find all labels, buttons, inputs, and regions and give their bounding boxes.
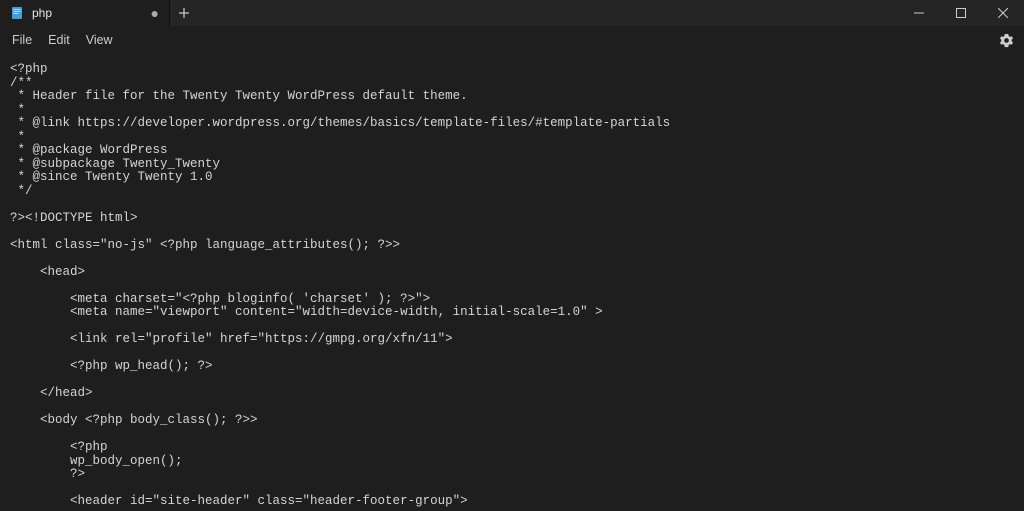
gear-icon (999, 33, 1014, 48)
close-button[interactable] (982, 0, 1024, 26)
menu-bar: File Edit View (0, 26, 1024, 55)
tab-php[interactable]: php ● (0, 0, 170, 26)
window-controls (898, 0, 1024, 26)
menu-view[interactable]: View (78, 29, 121, 51)
tab-label: php (32, 6, 52, 20)
menu-edit[interactable]: Edit (40, 29, 78, 51)
minimize-button[interactable] (898, 0, 940, 26)
settings-button[interactable] (992, 26, 1020, 54)
title-bar: php ● (0, 0, 1024, 26)
new-tab-button[interactable] (170, 0, 198, 26)
titlebar-spacer (198, 0, 898, 26)
file-icon (10, 6, 24, 20)
menu-file[interactable]: File (4, 29, 40, 51)
tab-dirty-indicator: ● (151, 5, 159, 21)
editor-content: <?php /** * Header file for the Twenty T… (10, 62, 670, 508)
editor-area[interactable]: <?php /** * Header file for the Twenty T… (0, 55, 1024, 511)
maximize-button[interactable] (940, 0, 982, 26)
